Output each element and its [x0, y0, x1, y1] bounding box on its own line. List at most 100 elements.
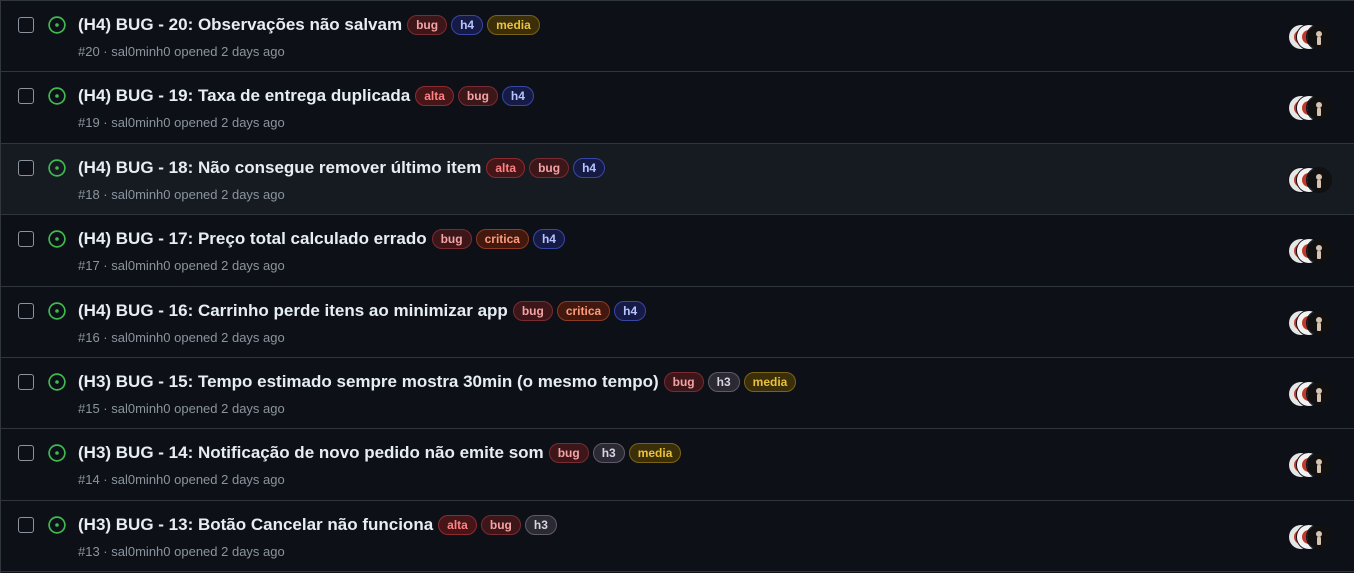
label-bug[interactable]: bug — [407, 15, 448, 35]
label-h4[interactable]: h4 — [451, 15, 484, 35]
issue-title[interactable]: (H4) BUG - 19: Taxa de entrega duplicada — [78, 86, 410, 106]
issue-author[interactable]: sal0minh0 — [111, 472, 170, 487]
label-list: alta bug h3 — [438, 514, 561, 535]
title-line: (H4) BUG - 18: Não consegue remover últi… — [78, 155, 1234, 181]
issue-row[interactable]: (H4) BUG - 16: Carrinho perde itens ao m… — [1, 286, 1354, 358]
label-alta[interactable]: alta — [438, 514, 477, 535]
issue-opened-icon — [48, 87, 66, 106]
label-list: bug h4 media — [407, 15, 544, 35]
row-checkbox[interactable] — [18, 516, 34, 533]
label-bug[interactable]: bug — [663, 371, 704, 392]
issue-opened-icon — [48, 516, 66, 534]
issue-opened-time: opened 2 days ago — [170, 258, 285, 274]
label-h3[interactable]: h3 — [524, 514, 557, 535]
avatar[interactable] — [1306, 452, 1332, 479]
row-checkbox[interactable] — [18, 373, 34, 390]
issue-meta: #15 · sal0minh0 opened 2 days ago — [78, 401, 285, 416]
issue-title[interactable]: (H4) BUG - 16: Carrinho perde itens ao m… — [78, 301, 508, 321]
label-h4[interactable]: h4 — [532, 229, 565, 250]
issue-opened-icon — [48, 16, 66, 34]
issue-row[interactable]: (H4) BUG - 18: Não consegue remover últi… — [1, 143, 1354, 216]
issue-title[interactable]: (H3) BUG - 15: Tempo estimado sempre mos… — [78, 372, 659, 392]
label-h4[interactable]: h4 — [614, 300, 647, 321]
label-h3[interactable]: h3 — [592, 443, 625, 464]
issue-author[interactable]: sal0minh0 — [111, 401, 170, 416]
avatar[interactable] — [1306, 95, 1332, 122]
label-bug[interactable]: bug — [529, 157, 570, 178]
label-list: bug critica h4 — [512, 300, 650, 321]
issue-title[interactable]: (H4) BUG - 20: Observações não salvam — [78, 15, 402, 35]
title-line: (H4) BUG - 17: Preço total calculado err… — [78, 226, 1234, 252]
title-line: (H4) BUG - 19: Taxa de entrega duplicada… — [78, 83, 1234, 109]
issue-row[interactable]: (H4) BUG - 17: Preço total calculado err… — [1, 215, 1354, 287]
label-bug[interactable]: bug — [512, 300, 553, 321]
row-checkbox[interactable] — [18, 445, 34, 462]
issue-number: #18 · — [78, 186, 112, 202]
issue-title[interactable]: (H3) BUG - 13: Botão Cancelar não funcio… — [78, 515, 433, 535]
avatar[interactable] — [1306, 238, 1332, 265]
assignee-avatars — [1288, 380, 1332, 407]
label-h4[interactable]: h4 — [573, 157, 606, 178]
label-media[interactable]: media — [487, 15, 540, 35]
issue-row[interactable]: (H3) BUG - 15: Tempo estimado sempre mos… — [1, 357, 1354, 430]
label-h3[interactable]: h3 — [707, 371, 740, 392]
issue-author[interactable]: sal0minh0 — [111, 187, 170, 202]
row-checkbox[interactable] — [18, 159, 34, 176]
label-bug[interactable]: bug — [457, 86, 498, 107]
label-bug[interactable]: bug — [548, 443, 589, 464]
issue-meta: #17 · sal0minh0 opened 2 days ago — [78, 258, 285, 273]
issue-title[interactable]: (H4) BUG - 18: Não consegue remover últi… — [78, 158, 481, 178]
issue-author[interactable]: sal0minh0 — [111, 544, 170, 559]
issue-opened-time: opened 2 days ago — [170, 472, 285, 488]
avatar[interactable] — [1306, 24, 1332, 50]
label-bug[interactable]: bug — [480, 514, 521, 535]
row-checkbox[interactable] — [18, 88, 34, 105]
row-checkbox[interactable] — [18, 17, 34, 33]
issue-author[interactable]: sal0minh0 — [111, 115, 170, 130]
label-alta[interactable]: alta — [486, 157, 526, 178]
avatar[interactable] — [1306, 523, 1332, 550]
issue-author[interactable]: sal0minh0 — [111, 44, 170, 59]
issue-opened-icon — [48, 301, 66, 320]
label-alta[interactable]: alta — [415, 86, 454, 107]
issue-number: #14 · — [78, 472, 112, 488]
issue-title[interactable]: (H3) BUG - 14: Notificação de novo pedid… — [78, 443, 544, 463]
title-line: (H3) BUG - 14: Notificação de novo pedid… — [78, 440, 1234, 466]
title-line: (H4) BUG - 20: Observações não salvam bu… — [78, 12, 1234, 38]
issue-opened-time: opened 2 days ago — [170, 543, 285, 559]
assignee-avatars — [1288, 452, 1332, 479]
issue-meta: #19 · sal0minh0 opened 2 days ago — [78, 115, 285, 130]
label-critica[interactable]: critica — [475, 229, 529, 250]
issue-author[interactable]: sal0minh0 — [111, 330, 170, 345]
avatar[interactable] — [1306, 166, 1332, 193]
issue-opened-icon — [48, 230, 66, 248]
title-line: (H3) BUG - 13: Botão Cancelar não funcio… — [78, 512, 1234, 538]
label-h4[interactable]: h4 — [501, 86, 534, 107]
title-line: (H3) BUG - 15: Tempo estimado sempre mos… — [78, 369, 1234, 395]
issue-row[interactable]: (H4) BUG - 19: Taxa de entrega duplicada… — [1, 72, 1354, 144]
assignee-avatars — [1288, 95, 1332, 122]
label-media[interactable]: media — [743, 371, 797, 392]
label-list: alta bug h4 — [415, 86, 538, 107]
row-checkbox[interactable] — [18, 231, 34, 248]
issue-opened-time: opened 2 days ago — [170, 400, 285, 416]
issue-author[interactable]: sal0minh0 — [111, 258, 170, 273]
label-media[interactable]: media — [628, 443, 682, 464]
issue-row[interactable]: (H3) BUG - 14: Notificação de novo pedid… — [1, 429, 1354, 501]
issue-opened-icon — [48, 159, 66, 177]
issue-row[interactable]: (H4) BUG - 20: Observações não salvam bu… — [1, 1, 1354, 73]
issue-number: #19 · — [78, 115, 112, 131]
avatar[interactable] — [1306, 309, 1332, 336]
issue-meta: #16 · sal0minh0 opened 2 days ago — [78, 330, 285, 345]
row-checkbox[interactable] — [18, 302, 34, 319]
label-critica[interactable]: critica — [556, 300, 611, 321]
label-list: bug h3 media — [663, 371, 801, 392]
assignee-avatars — [1288, 24, 1332, 50]
issue-meta: #14 · sal0minh0 opened 2 days ago — [78, 472, 285, 487]
issue-title[interactable]: (H4) BUG - 17: Preço total calculado err… — [78, 229, 427, 249]
label-bug[interactable]: bug — [431, 229, 472, 250]
issue-number: #20 · — [78, 44, 112, 59]
issue-opened-time: opened 2 days ago — [170, 329, 285, 345]
avatar[interactable] — [1306, 380, 1332, 407]
issue-row[interactable]: (H3) BUG - 13: Botão Cancelar não funcio… — [1, 500, 1354, 573]
